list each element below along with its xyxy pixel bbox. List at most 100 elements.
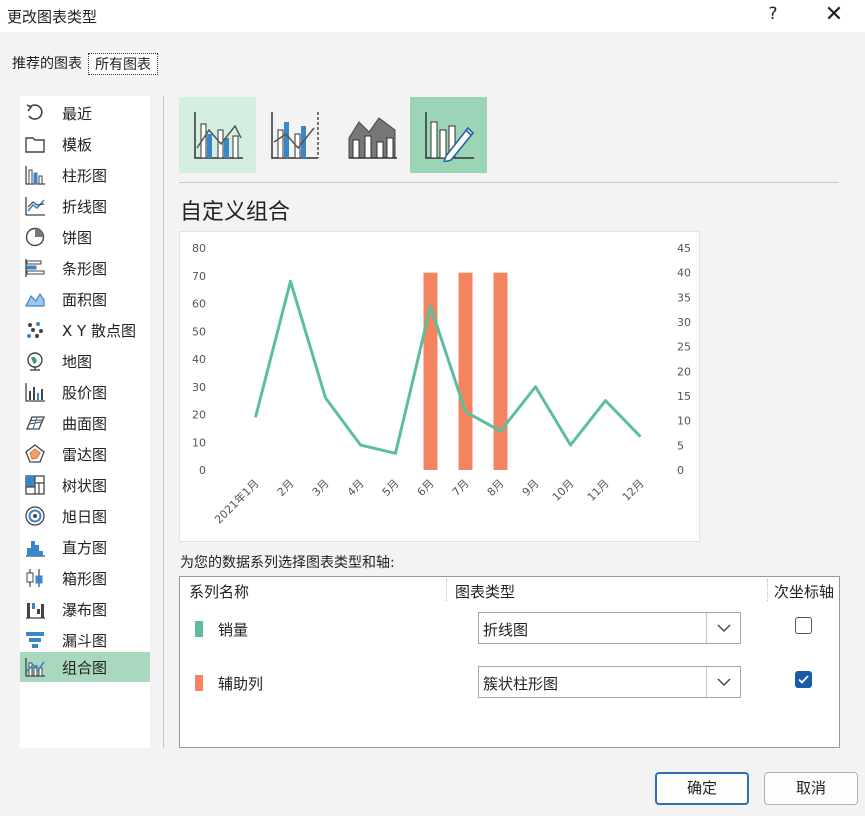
subtype-clustered-column-line[interactable] (179, 97, 256, 173)
nav-item-funnel[interactable]: 漏斗图 (20, 625, 150, 655)
nav-item-label: 面积图 (62, 290, 108, 309)
nav-item-label: 饼图 (62, 228, 93, 247)
ok-button[interactable]: 确定 (655, 772, 749, 805)
header-chart-type: 图表类型 (455, 583, 516, 601)
header-series-name: 系列名称 (189, 583, 250, 601)
nav-item-histogram[interactable]: 直方图 (20, 532, 150, 562)
scatter-chart-icon (24, 319, 46, 341)
close-button[interactable]: ✕ (822, 2, 846, 27)
series-table: 系列名称 图表类型 次坐标轴 销量 折线图 辅助列 簇状柱形图 (179, 576, 840, 748)
bar-辅助列 (458, 272, 473, 470)
series-color-swatch (195, 675, 203, 691)
recent-icon (24, 102, 46, 124)
funnel-chart-icon (24, 629, 46, 651)
treemap-chart-icon (24, 474, 46, 496)
subtype-custom-combination[interactable] (410, 97, 487, 173)
x-tick-label: 11月 (585, 477, 612, 504)
series-line-销量 (254, 279, 642, 455)
help-button[interactable]: ? (764, 4, 782, 24)
subtype-stacked-area-column[interactable] (333, 97, 410, 173)
y-primary-tick-label: 40 (192, 353, 206, 366)
nav-item-treemap[interactable]: 树状图 (20, 470, 150, 500)
x-tick-label: 6月 (415, 477, 437, 499)
checkmark-icon (798, 675, 809, 684)
title-bar: 更改图表类型 ? ✕ (0, 0, 865, 32)
combo-chart: 0 10 20 30 40 50 60 70 80 0 5 10 15 20 25 30 35 40 45 2021年… (192, 242, 691, 526)
nav-item-bar[interactable]: 条形图 (20, 253, 150, 283)
y-primary-tick-label: 10 (192, 436, 206, 449)
y-secondary-tick-label: 5 (677, 439, 684, 452)
nav-item-sunburst[interactable]: 旭日图 (20, 501, 150, 531)
stock-chart-icon (24, 381, 46, 403)
tab-recommended-charts[interactable]: 推荐的图表 (6, 53, 88, 75)
pie-chart-icon (24, 226, 46, 248)
stacked-area-column-icon (348, 117, 397, 159)
x-tick-label: 10月 (550, 477, 577, 504)
gallery-divider (179, 182, 839, 183)
x-tick-label: 12月 (620, 477, 647, 504)
nav-item-label: 瀑布图 (62, 600, 108, 619)
x-tick-label: 2021年1月 (211, 476, 261, 526)
nav-item-surface[interactable]: 曲面图 (20, 408, 150, 438)
panel-divider (163, 96, 164, 748)
chart-type-select[interactable]: 簇状柱形图 (478, 666, 741, 698)
bar-辅助列 (493, 272, 508, 470)
nav-item-scatter[interactable]: X Y 散点图 (20, 315, 150, 345)
secondary-axis-checkbox[interactable] (795, 617, 812, 634)
nav-item-map[interactable]: 地图 (20, 346, 150, 376)
nav-item-line[interactable]: 折线图 (20, 191, 150, 221)
cancel-button[interactable]: 取消 (764, 772, 858, 805)
nav-item-label: 箱形图 (62, 569, 108, 588)
y-primary-tick-label: 70 (192, 270, 206, 283)
subtype-clustered-column-line-secondary[interactable] (256, 97, 333, 173)
waterfall-chart-icon (24, 598, 46, 620)
chart-preview: 0 10 20 30 40 50 60 70 80 0 5 10 15 20 25 30 35 40 45 2021年… (179, 231, 700, 542)
chevron-down-icon[interactable] (706, 613, 740, 643)
y-secondary-tick-label: 35 (677, 291, 691, 304)
x-tick-label: 5月 (380, 477, 402, 499)
y-primary-tick-label: 60 (192, 298, 206, 311)
chart-type-value: 折线图 (483, 621, 529, 639)
x-tick-label: 9月 (520, 477, 542, 499)
nav-item-area[interactable]: 面积图 (20, 284, 150, 314)
y-secondary-tick-label: 15 (677, 390, 691, 403)
nav-item-label: 柱形图 (62, 166, 108, 185)
nav-item-combo[interactable]: 组合图 (20, 652, 150, 682)
bar-辅助列 (423, 272, 438, 470)
nav-item-waterfall[interactable]: 瀑布图 (20, 594, 150, 624)
tab-all-charts[interactable]: 所有图表 (88, 53, 158, 75)
y-primary-tick-label: 80 (192, 242, 206, 255)
series-name: 辅助列 (218, 675, 264, 693)
x-tick-label: 8月 (485, 477, 507, 499)
bar-chart-icon (24, 257, 46, 279)
y-secondary-tick-label: 30 (677, 316, 691, 329)
nav-item-pie[interactable]: 饼图 (20, 222, 150, 252)
area-chart-icon (24, 288, 46, 310)
clustered-column-line-secondary-icon (270, 112, 319, 159)
nav-item-templates[interactable]: 模板 (20, 129, 150, 159)
tab-bar: 推荐的图表 所有图表 (6, 53, 158, 75)
series-color-swatch (195, 621, 203, 637)
nav-item-recent[interactable]: 最近 (20, 98, 150, 128)
box-whisker-chart-icon (24, 567, 46, 589)
header-divider (767, 579, 768, 601)
header-secondary-axis: 次坐标轴 (774, 583, 835, 601)
nav-item-box-whisker[interactable]: 箱形图 (20, 563, 150, 593)
custom-combination-icon (424, 112, 474, 162)
nav-item-column[interactable]: 柱形图 (20, 160, 150, 190)
y-secondary-tick-label: 0 (677, 464, 684, 477)
y-primary-tick-label: 30 (192, 381, 206, 394)
nav-item-label: 组合图 (62, 658, 108, 677)
combo-chart-icon (24, 656, 46, 678)
nav-item-stock[interactable]: 股价图 (20, 377, 150, 407)
chart-type-select[interactable]: 折线图 (478, 612, 741, 644)
chevron-down-icon[interactable] (706, 667, 740, 697)
secondary-axis-checkbox[interactable] (795, 671, 812, 688)
nav-item-label: 树状图 (62, 476, 108, 495)
nav-item-radar[interactable]: 雷达图 (20, 439, 150, 469)
chart-category-list: 最近 模板 柱形图 折线图 饼图 条形图 面积图 X Y 散点图 地图 股价图 … (20, 96, 150, 748)
x-tick-label: 2月 (275, 477, 297, 499)
nav-item-label: 条形图 (62, 259, 108, 278)
y-secondary-tick-label: 20 (677, 365, 691, 378)
y-primary-tick-label: 50 (192, 325, 206, 338)
